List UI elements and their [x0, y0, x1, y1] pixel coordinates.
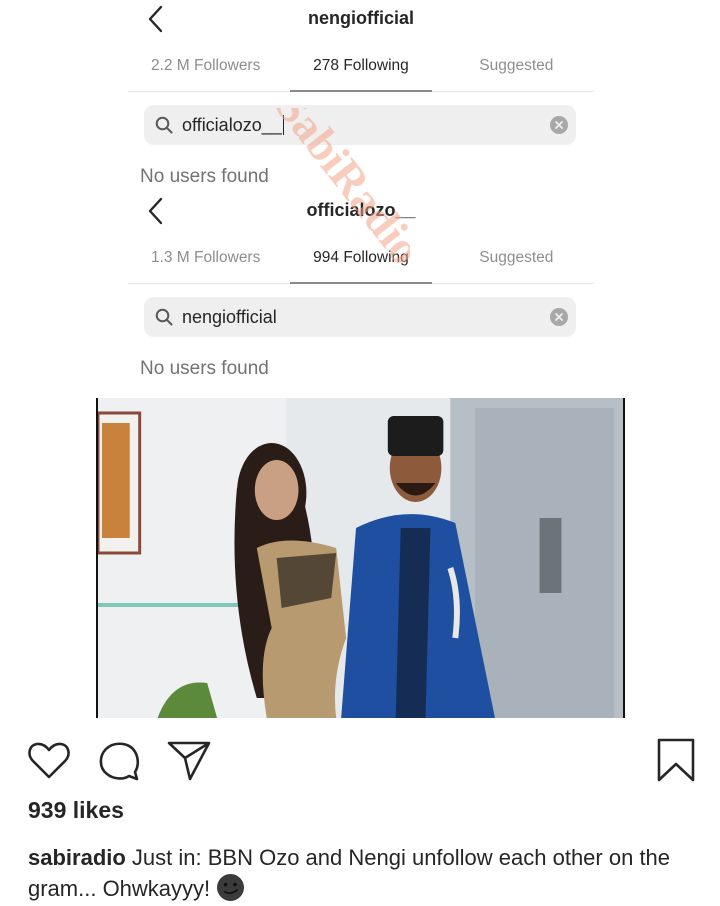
- comment-button[interactable]: [95, 736, 143, 784]
- profile-header: officialozo__: [128, 192, 594, 232]
- bookmark-icon: [657, 738, 695, 782]
- text-cursor: [282, 115, 285, 135]
- clear-icon: [555, 121, 563, 129]
- tab-suggested[interactable]: Suggested: [439, 232, 594, 283]
- search-input[interactable]: nengiofficial: [144, 297, 576, 337]
- share-button[interactable]: [165, 736, 213, 784]
- photo-illustration: [98, 398, 623, 718]
- tab-following[interactable]: 994 Following: [283, 232, 438, 284]
- follow-tabs: 1.3 M Followers 994 Following Suggested: [128, 232, 594, 284]
- smirking-emoji-icon: [217, 874, 245, 901]
- empty-result-text: No users found: [140, 166, 269, 187]
- clear-search-button[interactable]: [550, 116, 568, 134]
- tab-followers[interactable]: 1.3 M Followers: [128, 232, 283, 283]
- comment-icon: [99, 742, 140, 781]
- like-button[interactable]: [25, 736, 73, 784]
- empty-result-text: No users found: [140, 358, 269, 379]
- follow-tabs: 2.2 M Followers 278 Following Suggested: [128, 40, 594, 92]
- profile-username: nengiofficial: [307, 8, 414, 28]
- clear-icon: [555, 313, 563, 321]
- search-value: officialozo__: [182, 114, 282, 135]
- search-icon: [155, 308, 173, 326]
- caption-username[interactable]: sabiradio: [28, 845, 126, 870]
- following-panel-nengi: nengiofficial 2.2 M Followers 278 Follow…: [128, 0, 594, 187]
- heart-icon: [28, 742, 70, 779]
- tab-following[interactable]: 278 Following: [283, 40, 438, 92]
- search-value: nengiofficial: [182, 306, 277, 327]
- post-photo[interactable]: [96, 398, 625, 718]
- save-button[interactable]: [652, 736, 700, 784]
- post-action-bar: [0, 736, 720, 786]
- search-icon: [155, 116, 173, 134]
- post-caption: sabiradio Just in: BBN Ozo and Nengi unf…: [28, 842, 708, 904]
- search-input[interactable]: officialozo__: [144, 105, 576, 145]
- clear-search-button[interactable]: [550, 308, 568, 326]
- tab-suggested[interactable]: Suggested: [439, 40, 594, 91]
- like-count[interactable]: 939 likes: [28, 797, 124, 824]
- following-panel-ozo: officialozo__ 1.3 M Followers 994 Follow…: [128, 192, 594, 379]
- profile-username: officialozo__: [306, 200, 416, 220]
- tab-followers[interactable]: 2.2 M Followers: [128, 40, 283, 91]
- profile-header: nengiofficial: [128, 0, 594, 40]
- share-icon: [167, 741, 211, 781]
